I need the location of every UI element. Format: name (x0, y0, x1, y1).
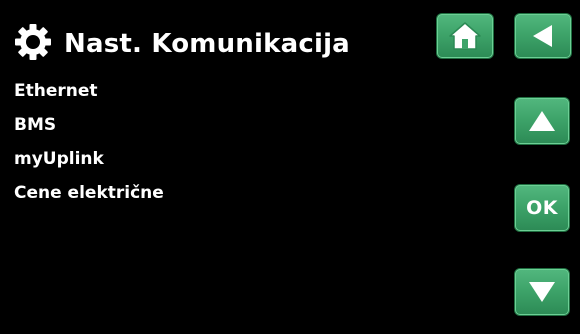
scroll-down-button[interactable] (515, 269, 569, 315)
home-icon (448, 21, 482, 51)
menu-item-bms[interactable]: BMS (14, 112, 164, 146)
home-button[interactable] (437, 14, 493, 58)
ok-button-label: OK (526, 197, 558, 219)
scroll-up-button[interactable] (515, 98, 569, 144)
arrow-up-icon (527, 109, 557, 133)
back-arrow-icon (530, 23, 556, 49)
gear-icon (13, 22, 53, 62)
menu-item-myuplink[interactable]: myUplink (14, 146, 164, 180)
menu-list: Ethernet BMS myUplink Cene električne (14, 78, 164, 214)
ok-button[interactable]: OK (515, 185, 569, 231)
back-button[interactable] (515, 14, 571, 58)
settings-screen: Nast. Komunikacija Ethernet BMS myUplink… (0, 0, 580, 334)
menu-item-ethernet[interactable]: Ethernet (14, 78, 164, 112)
page-title: Nast. Komunikacija (64, 29, 350, 59)
menu-item-electricity-prices[interactable]: Cene električne (14, 180, 164, 214)
arrow-down-icon (527, 280, 557, 304)
